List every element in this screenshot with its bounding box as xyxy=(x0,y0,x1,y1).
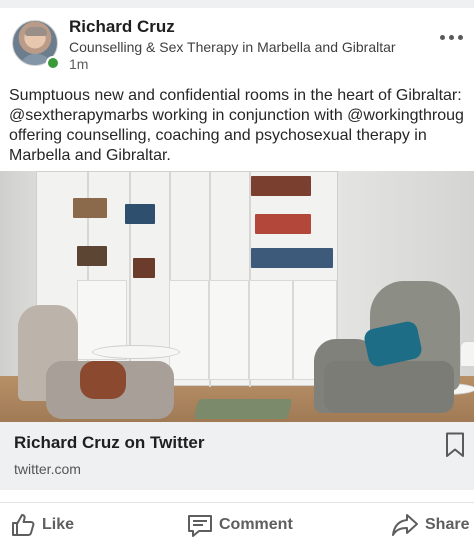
post-image[interactable] xyxy=(0,171,474,422)
link-title[interactable]: Richard Cruz on Twitter xyxy=(14,433,204,453)
books xyxy=(125,204,155,224)
link-preview-card[interactable]: Richard Cruz on Twitter twitter.com xyxy=(0,422,474,490)
books xyxy=(77,246,107,266)
post-timestamp: 1m xyxy=(69,56,89,72)
chair-cushion xyxy=(80,361,126,399)
more-options-button[interactable] xyxy=(440,32,466,42)
share-arrow-icon xyxy=(392,514,418,536)
like-button[interactable]: Like xyxy=(10,509,74,541)
books xyxy=(255,214,311,234)
author-headline: Counselling & Sex Therapy in Marbella an… xyxy=(69,39,396,55)
more-horizontal-icon-dot xyxy=(449,34,454,40)
more-horizontal-icon-dot xyxy=(458,34,463,40)
link-domain: twitter.com xyxy=(14,461,81,477)
image-rug xyxy=(193,399,293,419)
post-header: Richard Cruz Counselling & Sex Therapy i… xyxy=(0,8,474,78)
share-button[interactable]: Share xyxy=(391,509,469,541)
online-status-indicator xyxy=(46,56,60,70)
more-horizontal-icon xyxy=(440,34,445,40)
books xyxy=(73,198,107,218)
thumbs-up-icon xyxy=(12,514,35,536)
image-armchair-left xyxy=(16,305,176,422)
cabinet-door xyxy=(209,280,249,380)
image-armchair-right xyxy=(314,281,464,422)
books xyxy=(251,176,311,196)
feed-top-separator xyxy=(0,0,474,8)
cabinet-door xyxy=(249,280,293,380)
comment-label: Comment xyxy=(219,516,293,533)
avatar-hair xyxy=(25,27,47,36)
books xyxy=(251,248,333,268)
like-label: Like xyxy=(42,516,75,533)
author-name[interactable]: Richard Cruz xyxy=(69,17,175,37)
share-label: Share xyxy=(425,516,470,533)
bookmark-icon[interactable] xyxy=(445,432,465,458)
chair-seat xyxy=(324,361,454,413)
post-body-text: Sumptuous new and confidential rooms in … xyxy=(9,87,464,164)
comment-icon xyxy=(188,515,212,537)
books xyxy=(133,258,155,278)
comment-button[interactable]: Comment xyxy=(187,509,293,541)
post-actions-bar: Like Comment Share xyxy=(0,503,474,547)
